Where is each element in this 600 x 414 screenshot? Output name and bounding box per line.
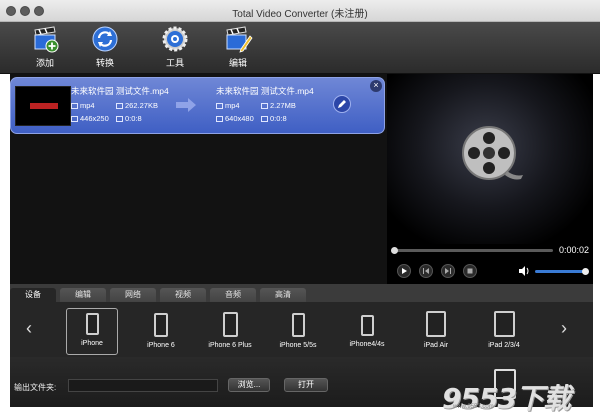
tab-hd[interactable]: 高清 bbox=[260, 288, 306, 302]
source-size: 262.27KB bbox=[116, 101, 158, 110]
clapper-edit-icon bbox=[226, 26, 253, 53]
size-icon bbox=[116, 103, 123, 109]
device-iphone-6[interactable]: iPhone 6 bbox=[135, 310, 187, 349]
tablet-icon bbox=[493, 311, 515, 337]
volume-slider[interactable] bbox=[535, 268, 589, 275]
gear-icon bbox=[162, 26, 188, 52]
output-folder-label: 输出文件夹: bbox=[14, 383, 57, 392]
add-button[interactable]: 添加 bbox=[25, 24, 65, 69]
window-title: Total Video Converter (未注册) bbox=[232, 9, 368, 20]
browse-button[interactable]: 浏览... bbox=[228, 378, 270, 392]
edit-button[interactable]: 编辑 bbox=[218, 24, 258, 69]
next-frame-button[interactable] bbox=[441, 264, 455, 278]
device-iphone-4[interactable]: iPhone4/4s bbox=[341, 310, 393, 348]
film-reel-icon bbox=[462, 126, 523, 180]
device-ipad-air[interactable]: iPad Air bbox=[410, 310, 462, 349]
device-label: iPhone 6 bbox=[147, 342, 175, 349]
clapper-add-icon bbox=[34, 26, 59, 53]
category-tabs: 设备 编辑 网络 视频 音频 高清 bbox=[10, 284, 593, 302]
format-icon bbox=[71, 103, 78, 109]
output-format: mp4 bbox=[216, 101, 240, 110]
device-iphone[interactable]: iPhone bbox=[66, 308, 118, 355]
window-titlebar: Total Video Converter (未注册) bbox=[0, 0, 600, 22]
chevron-left-icon: ‹ bbox=[26, 318, 32, 338]
convert-icon bbox=[92, 26, 118, 52]
phone-icon bbox=[360, 315, 374, 336]
previous-frame-button[interactable] bbox=[419, 264, 433, 278]
device-label: iPad Air bbox=[423, 342, 449, 349]
file-list: 未来软件园 测试文件.mp4 mp4 262.27KB 446x250 0:0:… bbox=[10, 74, 387, 284]
edit-label: 编辑 bbox=[228, 58, 247, 68]
clock-icon bbox=[261, 116, 268, 122]
phone-icon bbox=[291, 313, 305, 337]
tab-edit[interactable]: 编辑 bbox=[60, 288, 106, 302]
volume-handle[interactable] bbox=[582, 268, 589, 275]
convert-button[interactable]: 转换 bbox=[85, 24, 125, 69]
screen-icon bbox=[71, 116, 78, 122]
scroll-right-button[interactable]: › bbox=[561, 318, 567, 339]
device-label: iPad 2/3/4 bbox=[488, 342, 520, 349]
remove-file-button[interactable]: × bbox=[370, 80, 382, 92]
tab-web[interactable]: 网络 bbox=[110, 288, 156, 302]
watermark-url: www.9553.com bbox=[453, 404, 494, 410]
output-duration: 0:0:8 bbox=[261, 114, 287, 123]
chevron-right-icon: › bbox=[561, 318, 567, 338]
device-iphone-5[interactable]: iPhone 5/5s bbox=[272, 310, 324, 349]
source-resolution: 446x250 bbox=[71, 114, 109, 123]
device-label: iPhone bbox=[81, 340, 103, 347]
step-back-icon bbox=[423, 268, 429, 274]
screen-icon bbox=[216, 116, 223, 122]
output-size: 2.27MB bbox=[261, 101, 296, 110]
stop-button[interactable] bbox=[463, 264, 477, 278]
clock-icon bbox=[116, 116, 123, 122]
phone-icon bbox=[154, 313, 168, 337]
edit-file-button[interactable] bbox=[333, 95, 351, 113]
phone-icon bbox=[222, 312, 238, 337]
add-label: 添加 bbox=[35, 58, 54, 68]
device-label: iPhone4/4s bbox=[349, 341, 385, 348]
stop-icon bbox=[467, 268, 473, 274]
tools-button[interactable]: 工具 bbox=[155, 24, 195, 69]
output-folder-input[interactable] bbox=[68, 379, 218, 392]
device-presets: ‹ iPhone iPhone 6 iPhone 6 Plus iPhone 5… bbox=[10, 302, 593, 357]
source-file-name: 未来软件园 测试文件.mp4 bbox=[71, 86, 169, 96]
file-list-item[interactable]: 未来软件园 测试文件.mp4 mp4 262.27KB 446x250 0:0:… bbox=[10, 77, 385, 134]
toolbar: 添加 转换 工具 编辑 bbox=[0, 22, 600, 74]
scroll-left-button[interactable]: ‹ bbox=[26, 318, 32, 339]
size-icon bbox=[261, 103, 268, 109]
seek-slider[interactable] bbox=[391, 247, 553, 254]
device-label: iPhone 6 Plus bbox=[208, 342, 252, 349]
play-button[interactable] bbox=[397, 264, 411, 278]
source-format: mp4 bbox=[71, 101, 95, 110]
device-iphone-6-plus[interactable]: iPhone 6 Plus bbox=[204, 310, 256, 349]
volume-icon bbox=[519, 266, 529, 276]
phone-icon bbox=[85, 313, 99, 335]
close-icon: × bbox=[373, 80, 379, 90]
video-thumbnail bbox=[15, 86, 71, 126]
tools-label: 工具 bbox=[165, 58, 184, 68]
tab-video[interactable]: 视频 bbox=[160, 288, 206, 302]
open-folder-button[interactable]: 打开 bbox=[284, 378, 328, 392]
source-duration: 0:0:8 bbox=[116, 114, 142, 123]
output-file-name: 未来软件园 测试文件.mp4 bbox=[216, 86, 314, 96]
tablet-icon bbox=[426, 311, 446, 337]
tab-devices[interactable]: 设备 bbox=[10, 288, 56, 302]
output-resolution: 640x480 bbox=[216, 114, 254, 123]
tab-audio[interactable]: 音频 bbox=[210, 288, 256, 302]
play-icon bbox=[402, 268, 407, 274]
device-ipad-2[interactable]: iPad 2/3/4 bbox=[478, 310, 530, 349]
playback-time: 0:00:02 bbox=[559, 245, 590, 255]
step-forward-icon bbox=[445, 268, 451, 274]
format-icon bbox=[216, 103, 223, 109]
arrow-right-icon bbox=[176, 98, 196, 112]
device-label: iPhone 5/5s bbox=[279, 342, 317, 349]
convert-label: 转换 bbox=[95, 58, 114, 68]
seek-handle[interactable] bbox=[391, 247, 398, 254]
video-preview: 0:00:02 bbox=[387, 74, 593, 284]
pencil-icon bbox=[338, 100, 346, 108]
